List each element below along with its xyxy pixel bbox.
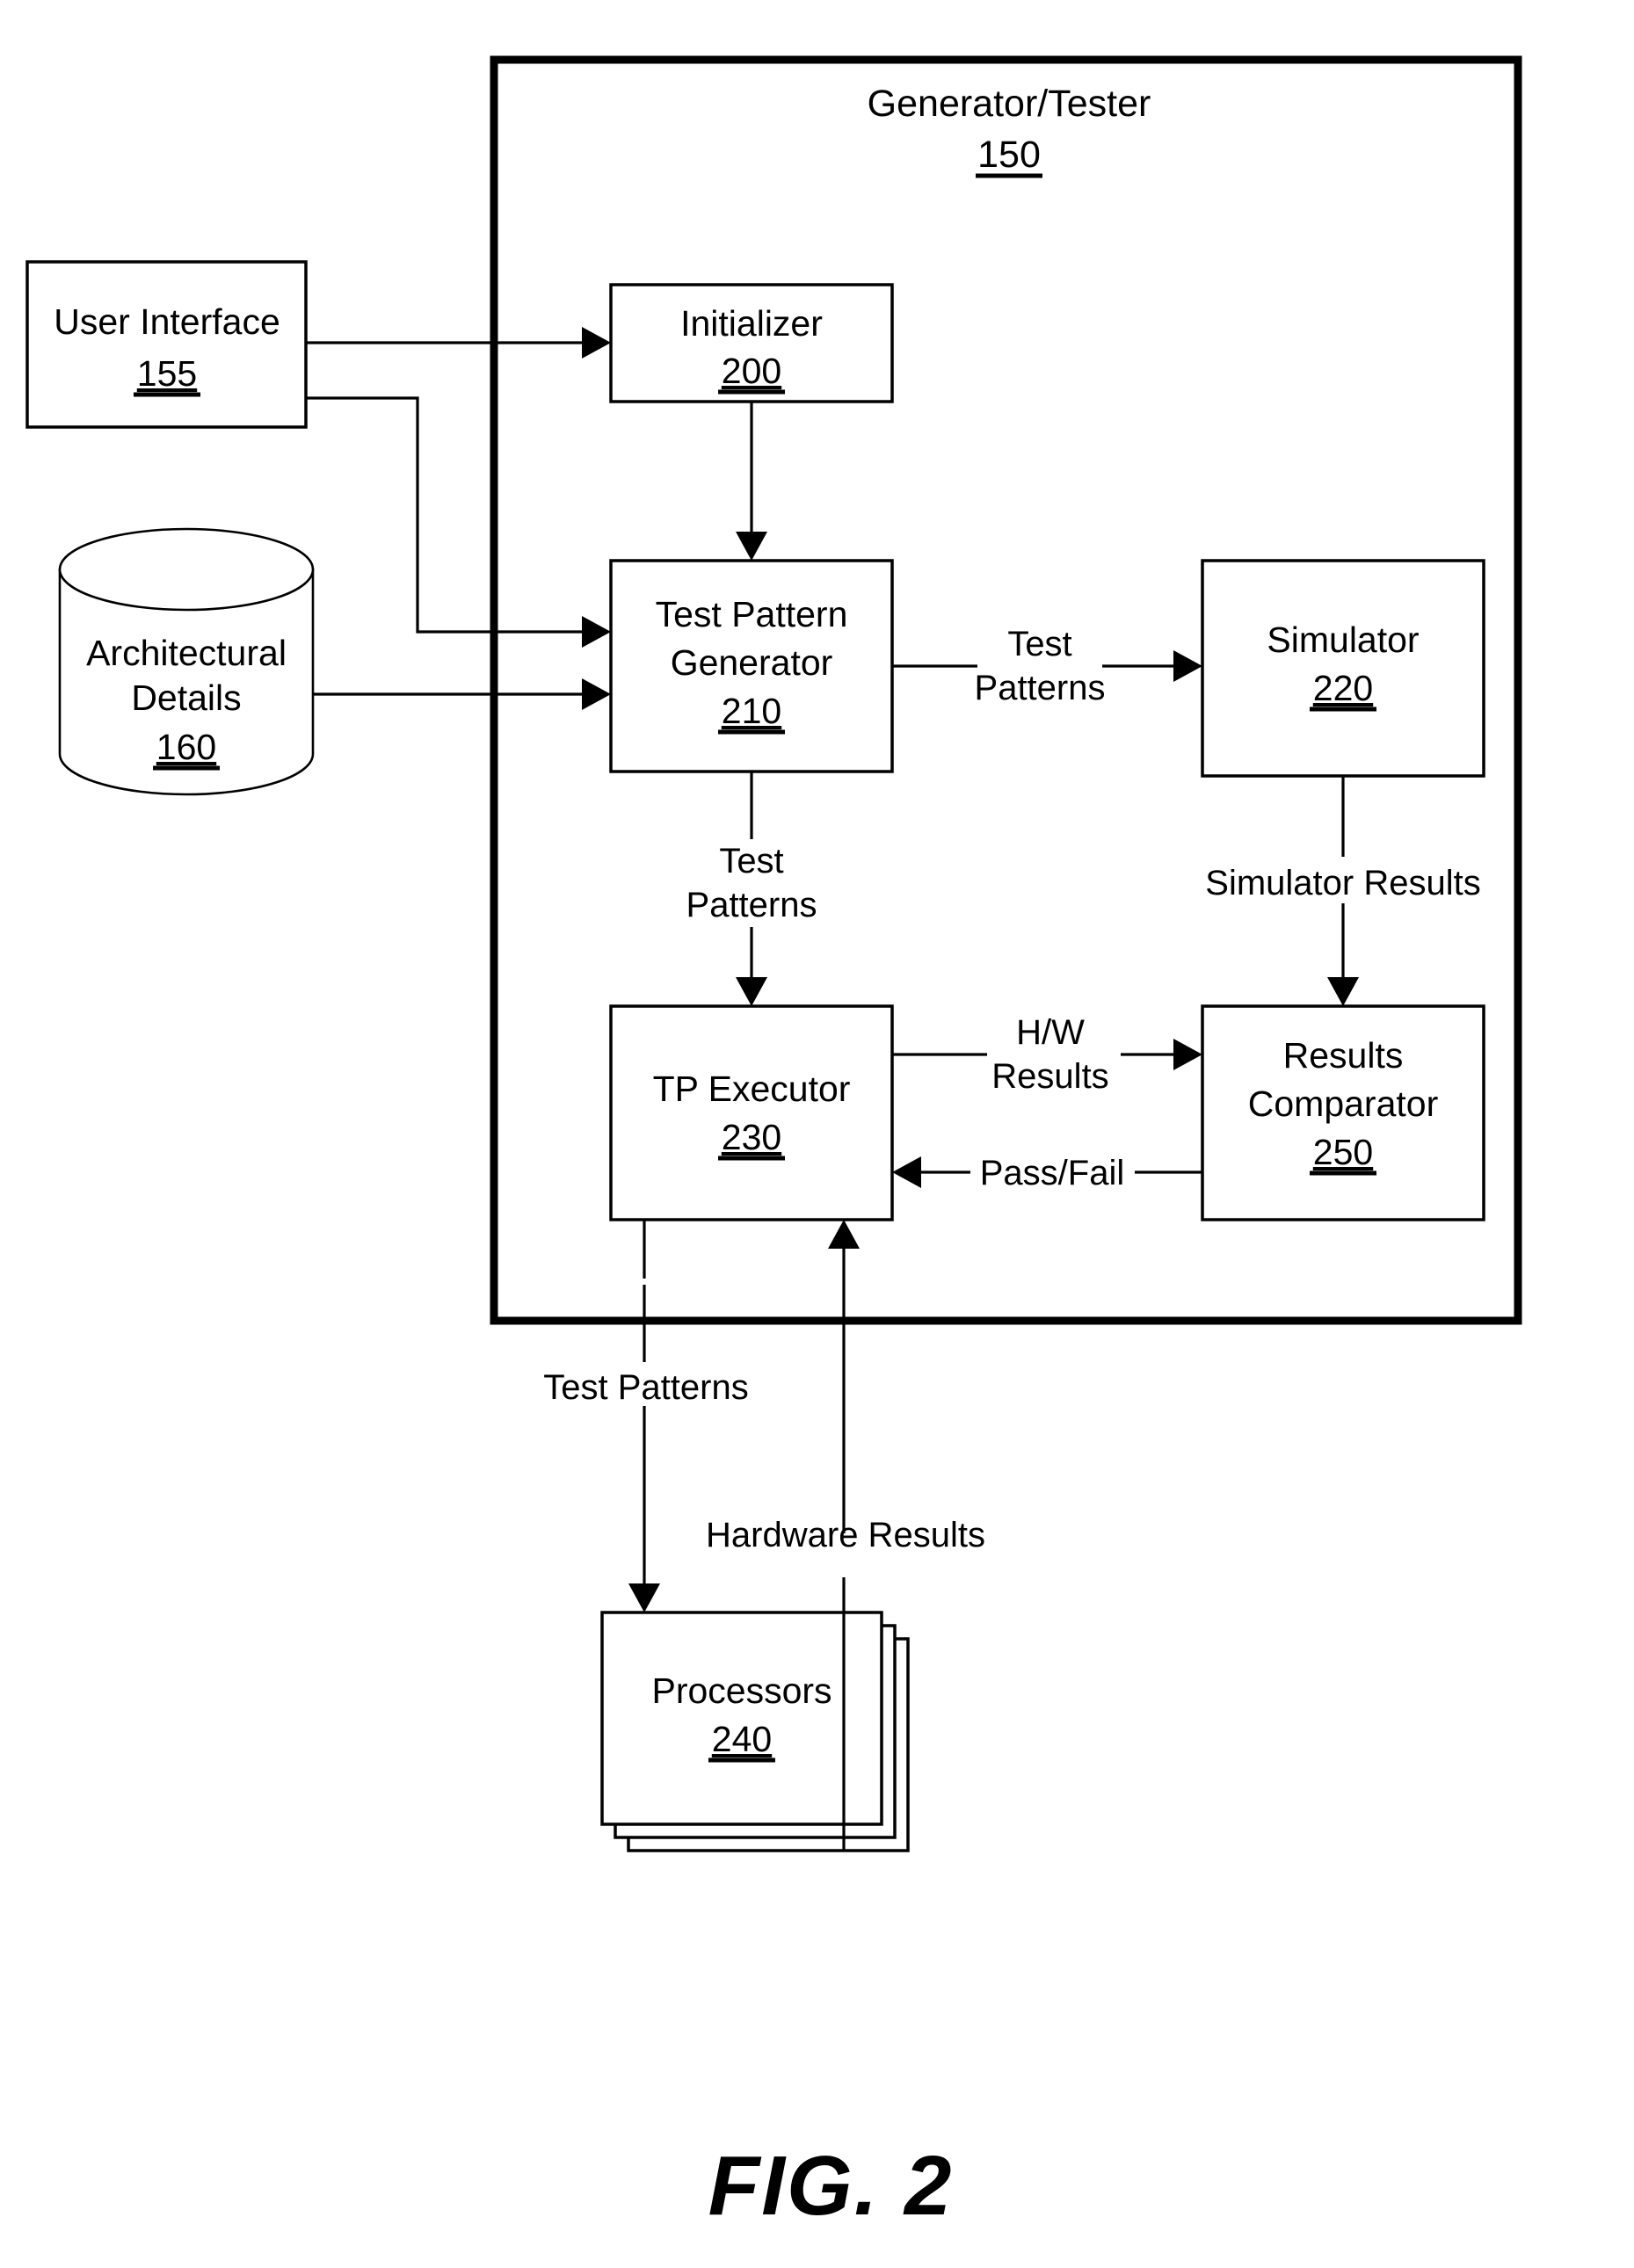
figure-root: Generator/Tester 150 User Interface 155 … bbox=[0, 0, 1634, 2268]
tpg-ref: 210 bbox=[722, 691, 781, 731]
edge-label-test-patterns-processors: Test Patterns bbox=[543, 1368, 748, 1407]
initializer-ref: 200 bbox=[722, 351, 781, 391]
edge-label-tpg-executor-line1: Test bbox=[719, 842, 783, 880]
results-comparator-label-line2: Comparator bbox=[1248, 1083, 1438, 1124]
edge-label-tpg-executor-line2: Patterns bbox=[686, 886, 817, 924]
processors-ref: 240 bbox=[712, 1719, 772, 1759]
arrowhead-tpg-in-upper bbox=[582, 616, 611, 648]
user-interface-ref: 155 bbox=[137, 353, 197, 394]
edge-label-hardware-results: Hardware Results bbox=[706, 1516, 985, 1554]
tp-executor-ref: 230 bbox=[722, 1117, 781, 1157]
initializer-label: Initializer bbox=[680, 303, 823, 344]
simulator-label: Simulator bbox=[1267, 620, 1419, 660]
arrowhead-comparator-in-left bbox=[1173, 1039, 1202, 1070]
architectural-details-label-line2: Details bbox=[131, 678, 241, 718]
block-diagram: Generator/Tester 150 User Interface 155 … bbox=[25, 55, 1522, 2233]
edge-archdetails-to-tpg bbox=[313, 678, 611, 710]
architectural-details-ref: 160 bbox=[156, 727, 216, 767]
arrowhead-executor-in-top bbox=[736, 977, 767, 1006]
generator-tester-title: Generator/Tester bbox=[868, 83, 1151, 125]
arrowhead-initializer-in bbox=[582, 327, 611, 359]
generator-tester-ref: 150 bbox=[977, 134, 1041, 176]
edge-label-simulator-results: Simulator Results bbox=[1205, 864, 1480, 902]
arrowhead-processors-in bbox=[628, 1583, 660, 1612]
tpg-label-line2: Generator bbox=[671, 642, 833, 683]
edge-initializer-to-tpg bbox=[736, 402, 767, 561]
edge-label-pass-fail: Pass/Fail bbox=[980, 1154, 1125, 1192]
results-comparator-ref: 250 bbox=[1313, 1132, 1373, 1172]
block-tp-executor[interactable] bbox=[609, 1004, 894, 1221]
edge-ui-to-initializer bbox=[306, 327, 611, 359]
arrowhead-executor-in-right bbox=[892, 1156, 921, 1188]
tp-executor-label: TP Executor bbox=[653, 1069, 851, 1109]
edge-ui-to-tpg bbox=[306, 396, 611, 648]
arrowhead-simulator-in bbox=[1173, 650, 1202, 682]
edge-label-hw-results-line1: H/W bbox=[1016, 1013, 1085, 1052]
architectural-details-cylinder-top bbox=[58, 527, 315, 612]
user-interface-label: User Interface bbox=[54, 301, 280, 342]
processors-label: Processors bbox=[651, 1670, 832, 1711]
simulator-ref: 220 bbox=[1313, 668, 1373, 708]
edge-executor-to-processors bbox=[628, 1220, 660, 1612]
results-comparator-label-line1: Results bbox=[1283, 1035, 1404, 1076]
arrowhead-tpg-in-lower bbox=[582, 678, 611, 710]
arrowhead-comparator-in-top bbox=[1327, 977, 1359, 1006]
edge-label-tpg-simulator-line2: Patterns bbox=[975, 669, 1106, 707]
architectural-details-label-line1: Architectural bbox=[86, 633, 287, 673]
edge-label-tpg-simulator-line1: Test bbox=[1007, 625, 1071, 663]
edge-label-hw-results-line2: Results bbox=[991, 1057, 1108, 1096]
figure-caption: FIG. 2 bbox=[708, 2139, 954, 2233]
arrowhead-tpg-in-top bbox=[736, 532, 767, 561]
block-user-interface[interactable] bbox=[25, 260, 308, 429]
arrowhead-executor-in-bottom bbox=[828, 1220, 860, 1249]
tpg-label-line1: Test Pattern bbox=[656, 594, 848, 634]
